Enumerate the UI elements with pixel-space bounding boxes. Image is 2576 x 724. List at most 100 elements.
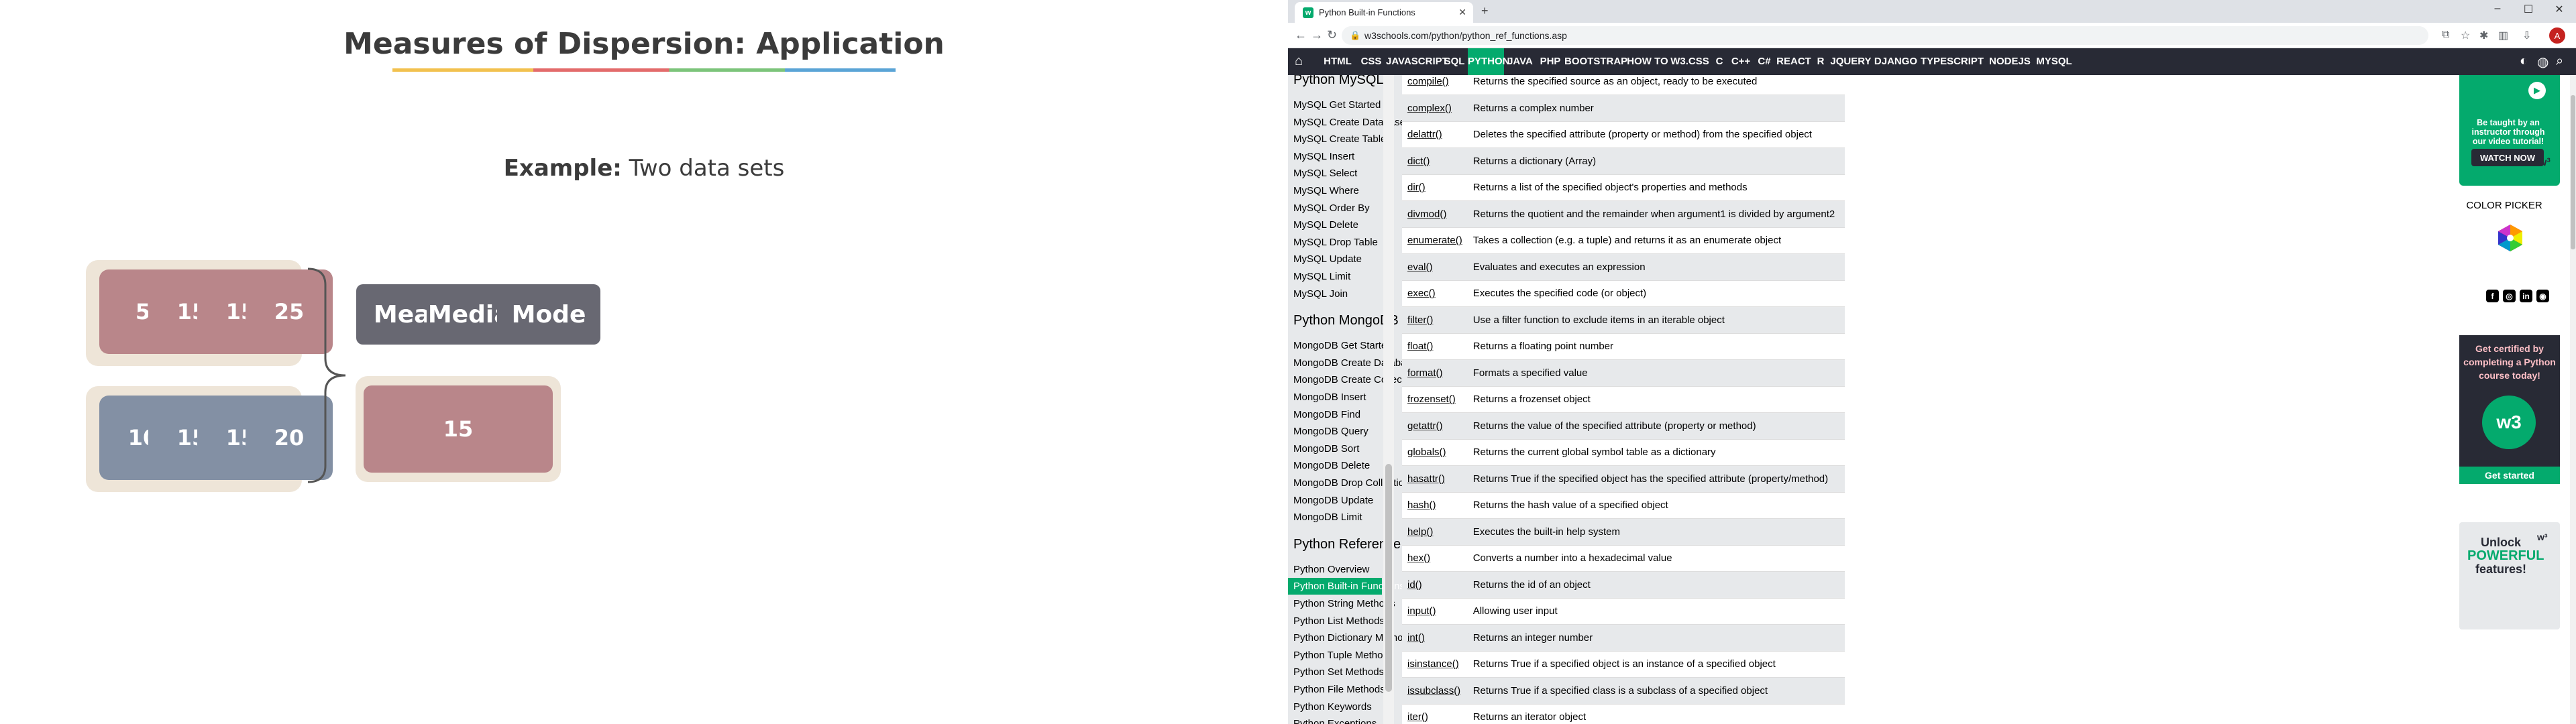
sidebar-item[interactable]: MySQL Update [1288,251,1382,267]
sidebar-item[interactable]: MySQL Delete [1288,217,1382,233]
sidebar-item[interactable]: MySQL Create Table [1288,131,1386,147]
close-tab-icon[interactable]: ✕ [1458,7,1466,18]
reload-icon[interactable]: ↻ [1327,28,1337,42]
nav-item-react[interactable]: REACT [1775,48,1813,75]
back-icon[interactable]: ← [1295,28,1307,42]
sidebar-item[interactable]: MongoDB Create Collection [1288,371,1402,388]
nav-item-css[interactable]: CSS [1356,48,1386,75]
browser-tab[interactable]: w Python Built-in Functions ✕ [1295,2,1473,23]
maximize-icon[interactable]: ☐ [2513,3,2544,16]
extension-icon[interactable]: ⧉ [2442,29,2449,41]
nav-item-php[interactable]: PHP [1536,48,1564,75]
sidebar-item[interactable]: Python Tuple Methods [1288,647,1393,664]
sidebar-item[interactable]: Python Built-in Functions [1288,578,1402,595]
instagram-icon[interactable]: ◎ [2503,290,2516,302]
sidebar-item[interactable]: MySQL Where [1288,182,1382,199]
function-link[interactable]: input() [1402,598,1468,625]
sidebar-item[interactable]: MongoDB Sort [1288,440,1382,457]
nav-item-python[interactable]: PYTHON [1468,48,1510,75]
function-link[interactable]: hasattr() [1402,465,1468,493]
function-link[interactable]: getattr() [1402,412,1468,440]
sidebar-item[interactable]: MongoDB Drop Collection [1288,475,1402,491]
nav-item-how-to[interactable]: HOW TO [1626,48,1669,75]
function-link[interactable]: hex() [1402,545,1468,572]
function-link[interactable]: divmod() [1402,200,1468,228]
sidebar-item[interactable]: MySQL Join [1288,286,1382,302]
sidebar-item[interactable]: MySQL Create Database [1288,114,1402,131]
sidebar-item[interactable]: MongoDB Delete [1288,457,1382,474]
nav-item-c-[interactable]: C++ [1728,48,1754,75]
nav-item-typescript[interactable]: TYPESCRIPT [1919,48,1986,75]
function-link[interactable]: int() [1402,624,1468,652]
search-icon[interactable]: ⌕ [2556,54,2563,69]
sidebar-item[interactable]: Python Overview [1288,561,1382,578]
function-link[interactable]: isinstance() [1402,651,1468,678]
unlock-features-promo[interactable]: Unlock POWERFUL features! w³ [2459,522,2560,629]
download-icon[interactable]: ⇩ [2522,29,2531,42]
nav-item-html[interactable]: HTML [1319,48,1356,75]
certification-promo[interactable]: Get certified by completing a Python cou… [2459,335,2560,467]
nav-item-r[interactable]: R [1813,48,1829,75]
minimize-icon[interactable]: – [2482,3,2513,15]
page-scroll-thumb[interactable] [2571,95,2575,249]
nav-item-nodejs[interactable]: NODEJS [1986,48,2034,75]
nav-item-java[interactable]: JAVA [1504,48,1536,75]
sidebar-item[interactable]: Python Keywords [1288,699,1382,715]
sidebar-item[interactable]: MongoDB Create Database [1288,355,1402,371]
nav-item-c-[interactable]: C# [1754,48,1775,75]
new-tab-icon[interactable]: + [1481,4,1489,18]
function-link[interactable]: id() [1402,571,1468,599]
function-link[interactable]: help() [1402,518,1468,546]
sidebar-item[interactable]: MongoDB Query [1288,423,1382,440]
function-link[interactable]: format() [1402,359,1468,387]
sidebar-item[interactable]: Python List Methods [1288,613,1385,629]
nav-item-javascript[interactable]: JAVASCRIPT [1386,48,1448,75]
function-link[interactable]: exec() [1402,280,1468,307]
nav-item-mysql[interactable]: MYSQL [2034,48,2074,75]
function-link[interactable]: hash() [1402,492,1468,519]
sidebar-item[interactable]: MySQL Select [1288,165,1382,182]
profile-avatar[interactable]: A [2549,27,2565,44]
sidebar-item[interactable]: MySQL Get Started [1288,97,1382,113]
sidebar-item[interactable]: Python Set Methods [1288,664,1384,680]
puzzle-icon[interactable]: ✱ [2479,29,2488,42]
function-link[interactable]: complex() [1402,95,1468,122]
theme-toggle-icon[interactable]: ◐ [2520,54,2528,69]
discord-icon[interactable]: ◉ [2536,290,2549,302]
function-link[interactable]: dict() [1402,147,1468,175]
sidebar-item[interactable]: MongoDB Insert [1288,389,1382,406]
nav-item-jquery[interactable]: JQUERY [1829,48,1873,75]
url-field[interactable]: 🔒 w3schools.com/python/python_ref_functi… [1342,26,2428,45]
facebook-icon[interactable]: f [2486,290,2499,302]
page-scrollbar[interactable] [2570,75,2576,724]
sidebar-item[interactable]: MongoDB Get Started [1288,337,1393,354]
nav-item-w3-css[interactable]: W3.CSS [1669,48,1711,75]
sidebar-item[interactable]: Python File Methods [1288,681,1385,698]
nav-item-c[interactable]: C [1711,48,1728,75]
sidebar-item[interactable]: MySQL Order By [1288,200,1382,217]
globe-icon[interactable]: ◍ [2537,54,2548,70]
function-link[interactable]: filter() [1402,306,1468,334]
bookmark-icon[interactable]: ☆ [2461,29,2470,42]
sidebar-item[interactable]: Python Dictionary Methods [1288,629,1402,646]
watch-now-button[interactable]: WATCH NOW [2471,149,2544,166]
function-link[interactable]: enumerate() [1402,227,1468,254]
function-link[interactable]: delattr() [1402,121,1468,148]
forward-icon[interactable]: → [1311,28,1323,42]
nav-item-sql[interactable]: SQL [1441,48,1468,75]
function-link[interactable]: globals() [1402,439,1468,466]
sidebar-item[interactable]: MongoDB Limit [1288,509,1382,526]
close-window-icon[interactable]: ✕ [2544,3,2575,16]
sidebar-scroll-thumb[interactable] [1385,464,1392,692]
home-icon[interactable]: ⌂ [1295,54,1303,69]
sidebar-item[interactable]: Python Exceptions [1288,715,1382,724]
sidebar-icon[interactable]: ▥ [2498,29,2508,42]
sidebar-item[interactable]: MySQL Insert [1288,148,1382,165]
function-link[interactable]: compile() [1402,75,1468,95]
function-link[interactable]: eval() [1402,253,1468,281]
sidebar-item[interactable]: MySQL Limit [1288,268,1382,285]
function-link[interactable]: dir() [1402,174,1468,201]
function-link[interactable]: frozenset() [1402,386,1468,413]
function-link[interactable]: issubclass() [1402,677,1468,705]
color-picker-icon[interactable] [2496,223,2525,253]
